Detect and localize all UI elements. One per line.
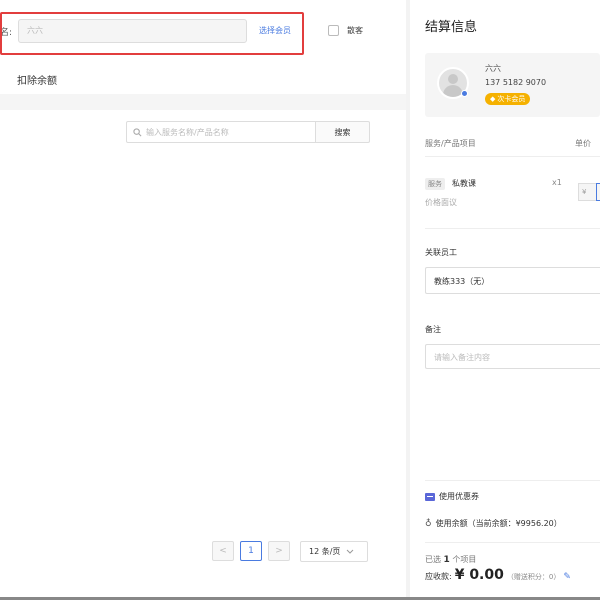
checkout-panel: 结算信息 六六 137 5182 9070 ◆ 次卡会员 服务/产品项目 单价 … <box>410 0 600 600</box>
coupon-label: 使用优惠券 <box>439 492 479 501</box>
left-panel: 名: 六六 选择会员 散客 扣除余额 输入服务名称/产品名称 搜索 < 1 > … <box>0 0 406 600</box>
search-placeholder: 输入服务名称/产品名称 <box>146 127 229 137</box>
item-price-note: 价格面议 <box>425 198 457 207</box>
amount-label: 应收款: <box>425 572 452 581</box>
pagination: < 1 > <box>212 541 290 561</box>
use-balance-option[interactable]: ♁ 使用余额（当前余额：¥9956.20） <box>425 518 562 529</box>
search-icon <box>133 127 142 136</box>
selected-count-value: 1 <box>443 555 450 565</box>
highlight-box <box>0 12 304 55</box>
header-item: 服务/产品项目 <box>425 139 476 148</box>
deduct-balance-tab[interactable]: 扣除余额 <box>17 72 57 87</box>
staff-label: 关联员工 <box>425 248 457 257</box>
balance-icon: ♁ <box>425 518 432 529</box>
page-size-value: 12 条/页 <box>309 547 341 556</box>
item-quantity: x1 <box>552 178 562 187</box>
edit-icon[interactable]: ✎ <box>563 572 571 582</box>
staff-select[interactable]: 教练333（无） <box>425 267 600 294</box>
walk-in-label: 散客 <box>347 26 363 35</box>
divider <box>425 228 600 229</box>
next-page-button[interactable]: > <box>268 541 290 561</box>
section-divider <box>0 94 406 110</box>
search-input[interactable]: 输入服务名称/产品名称 <box>126 121 316 143</box>
search-button[interactable]: 搜索 <box>316 121 370 143</box>
amount-value: ¥ 0.00 <box>454 567 504 583</box>
member-phone: 137 5182 9070 <box>485 78 547 87</box>
member-card: 六六 137 5182 9070 ◆ 次卡会员 <box>425 53 600 117</box>
checkout-title: 结算信息 <box>425 20 478 35</box>
amount-due: 应收款: ¥ 0.00 （赠送积分：0） ✎ <box>425 567 571 583</box>
page-size-select[interactable]: 12 条/页 <box>300 541 368 562</box>
member-type-badge: ◆ 次卡会员 <box>485 93 531 105</box>
selected-count: 已选 1 个项目 <box>425 555 477 565</box>
notes-label: 备注 <box>425 325 441 334</box>
divider <box>425 542 600 543</box>
item-type-tag: 服务 <box>425 178 445 190</box>
gender-icon <box>461 90 468 97</box>
notes-input[interactable]: 请输入备注内容 <box>425 344 600 369</box>
use-coupon-option[interactable]: 使用优惠券 <box>425 491 479 502</box>
divider <box>425 480 600 481</box>
header-unit-price: 单价 <box>575 139 591 148</box>
member-name: 六六 <box>485 64 501 73</box>
items-table-header: 服务/产品项目 单价 <box>425 138 600 149</box>
coupon-icon <box>425 492 435 501</box>
unit-price-focus-edge <box>596 183 600 201</box>
prev-page-button[interactable]: < <box>212 541 234 561</box>
chevron-down-icon <box>347 549 354 554</box>
divider <box>425 156 600 157</box>
diamond-icon: ◆ <box>490 95 496 103</box>
points-note: （赠送积分：0） <box>506 573 561 581</box>
member-type-label: 次卡会员 <box>497 95 526 103</box>
page-1-button[interactable]: 1 <box>240 541 262 561</box>
walk-in-checkbox[interactable] <box>328 25 339 36</box>
item-name: 私教课 <box>452 179 476 188</box>
balance-label: 使用余额（当前余额：¥9956.20） <box>435 519 562 528</box>
